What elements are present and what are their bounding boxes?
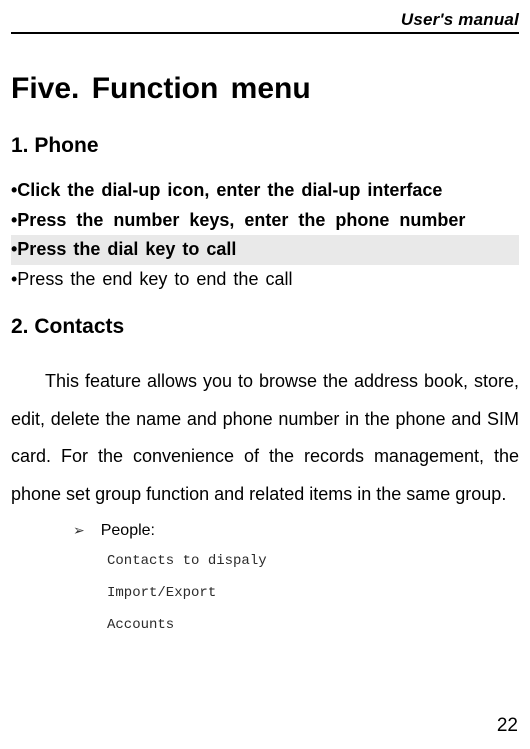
sub-import-export: Import/Export xyxy=(11,586,519,600)
people-label: People: xyxy=(101,522,155,540)
page-header: User's manual xyxy=(11,10,519,34)
section-contacts-heading: 2. Contacts xyxy=(11,315,519,339)
header-title: User's manual xyxy=(401,10,519,29)
chapter-title: Five. Function menu xyxy=(11,72,519,106)
phone-bullet-3: •Press the dial key to call xyxy=(11,235,519,265)
sub-accounts: Accounts xyxy=(11,618,519,632)
phone-bullet-2: •Press the number keys, enter the phone … xyxy=(11,206,519,236)
contacts-paragraph: This feature allows you to browse the ad… xyxy=(11,363,519,514)
phone-bullet-4: •Press the end key to end the call xyxy=(11,265,519,295)
section-phone-heading: 1. Phone xyxy=(11,134,519,158)
phone-bullet-1: •Click the dial-up icon, enter the dial-… xyxy=(11,176,519,206)
chevron-right-icon: ➢ xyxy=(11,522,101,539)
people-list-item: ➢ People: xyxy=(11,522,519,540)
sub-contacts-display: Contacts to dispaly xyxy=(11,554,519,568)
page-number: 22 xyxy=(497,715,518,737)
